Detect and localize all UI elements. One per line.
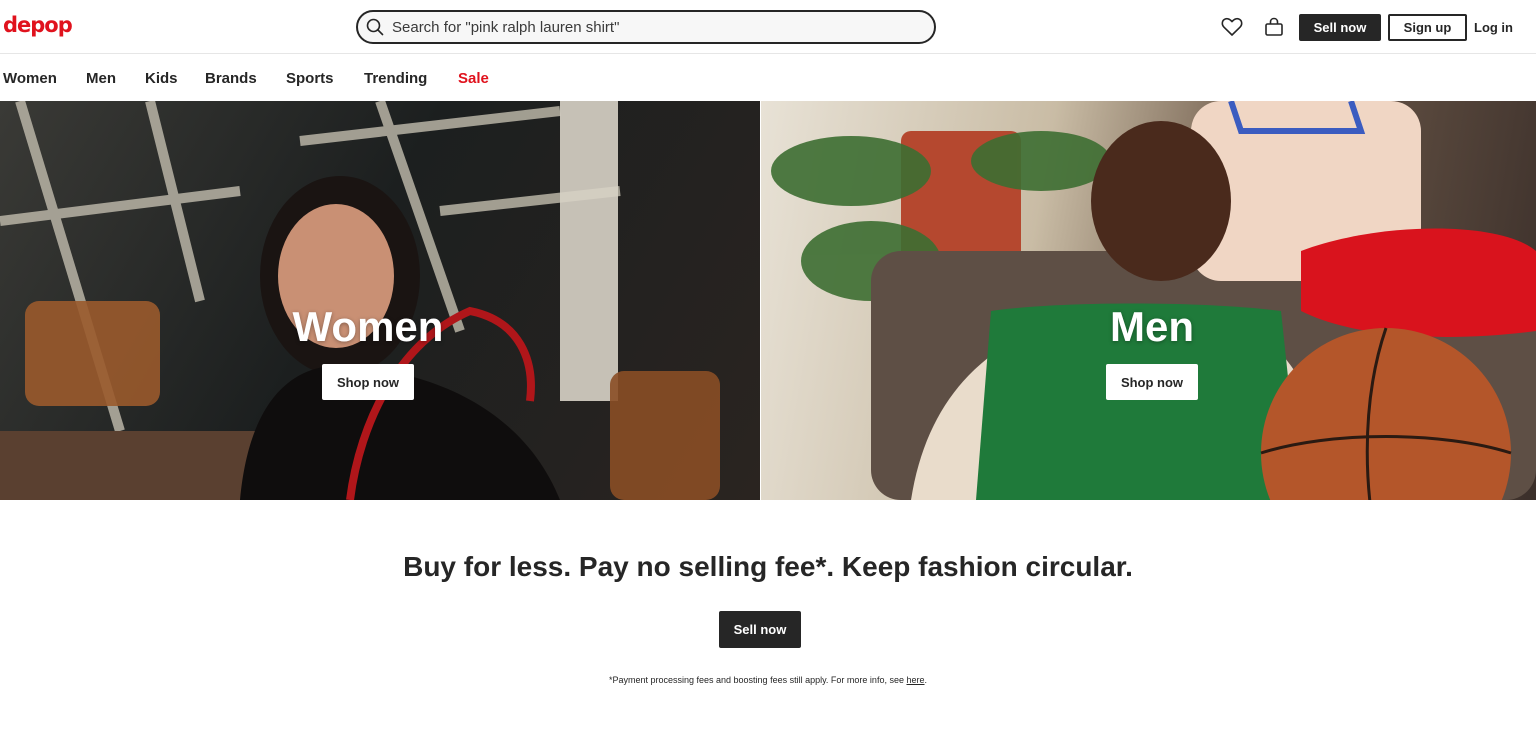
fees-footnote: *Payment processing fees and boosting fe… xyxy=(0,675,1536,685)
hero-men-banner[interactable]: Men Shop now xyxy=(761,101,1536,500)
footnote-period: . xyxy=(924,675,928,685)
sign-up-button[interactable]: Sign up xyxy=(1388,14,1467,41)
hero-women-title: Women xyxy=(292,303,444,350)
category-nav: Women Men Kids Brands Sports Trending Sa… xyxy=(0,55,1536,101)
shop-women-button[interactable]: Shop now xyxy=(322,364,414,400)
nav-item-brands[interactable]: Brands xyxy=(205,70,257,87)
nav-item-men[interactable]: Men xyxy=(86,70,116,87)
shop-men-button[interactable]: Shop now xyxy=(1106,364,1198,400)
footnote-text: *Payment processing fees and boosting fe… xyxy=(608,675,904,685)
hero-men-image xyxy=(771,101,1536,500)
nav-item-sports[interactable]: Sports xyxy=(286,70,334,87)
bag-icon[interactable] xyxy=(1261,14,1287,40)
nav-item-trending[interactable]: Trending xyxy=(364,70,427,87)
hero-women-banner[interactable]: Women Shop now xyxy=(0,101,760,500)
search-icon xyxy=(366,18,384,36)
promo-sell-now-button[interactable]: Sell now xyxy=(719,611,801,648)
site-header: depop Sell now Sign up Log in xyxy=(0,0,1536,54)
log-in-link[interactable]: Log in xyxy=(1474,20,1513,35)
sell-now-button[interactable]: Sell now xyxy=(1299,14,1381,41)
nav-item-kids[interactable]: Kids xyxy=(145,70,178,87)
search-input[interactable] xyxy=(392,18,912,36)
nav-item-sale[interactable]: Sale xyxy=(458,70,489,87)
search-bar[interactable] xyxy=(356,10,936,44)
footnote-here-link[interactable]: here xyxy=(906,675,924,685)
depop-logo[interactable]: depop xyxy=(3,13,73,37)
promo-tagline: Buy for less. Pay no selling fee*. Keep … xyxy=(403,551,1133,582)
nav-item-women[interactable]: Women xyxy=(3,70,57,87)
hero-women-image xyxy=(0,101,720,500)
heart-icon[interactable] xyxy=(1219,14,1245,40)
hero-men-title: Men xyxy=(1110,303,1194,350)
